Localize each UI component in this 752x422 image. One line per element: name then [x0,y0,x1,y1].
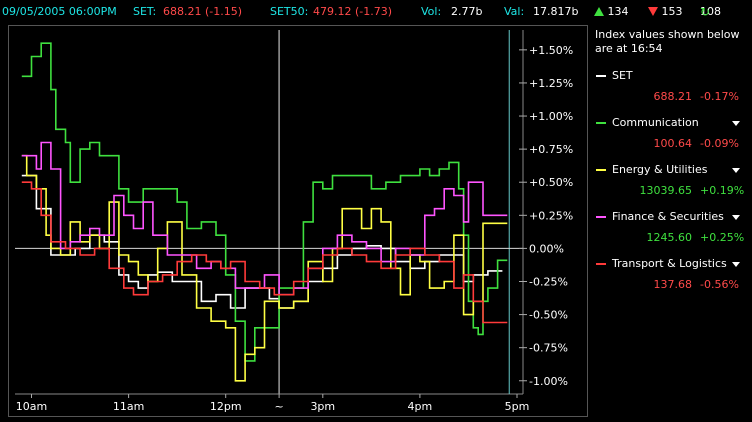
index-value: 1245.60 [646,231,693,244]
index-name: Finance & Securities [612,210,724,223]
y-tick-label: -0.25% [529,275,568,288]
legend-swatch [596,263,606,265]
y-tick-label: 0.00% [529,242,564,255]
vol-value: 2.77b [451,5,483,18]
y-tick-label: +1.00% [529,110,573,123]
index-values: 688.21 -0.17% [630,90,750,103]
series-line [21,141,508,296]
set-label: SET: [133,5,157,18]
index-change: -0.09% [700,137,739,150]
index-value: 100.64 [653,137,693,150]
x-tick-label: 3pm [310,400,335,413]
index-values: 13039.65 +0.19% [630,184,750,197]
index-change: +0.19% [700,184,745,197]
legend-swatch [596,216,606,218]
index-value: 688.21 [653,90,693,103]
dropdown-arrow-icon[interactable] [732,121,740,126]
index-item-name[interactable]: Transport & Logistics [596,257,746,270]
index-name: Transport & Logistics [612,257,727,270]
index-change: +0.25% [700,231,745,244]
val-label: Val: [504,5,525,18]
series-line [21,154,508,382]
index-panel: Index values shown below are at 16:54 SE… [590,25,752,422]
index-values: 1245.60 +0.25% [630,231,750,244]
y-tick-label: +0.75% [529,143,573,156]
y-tick-label: -0.50% [529,309,568,322]
intraday-chart: +1.50% +1.25% +1.00% +0.75% +0.50% +0.25% 0.00… [8,25,588,417]
index-values: 137.68 -0.56% [630,278,750,291]
y-tick-label: +0.50% [529,176,573,189]
down-count: 153 [661,5,683,18]
x-tick-label: ~ [274,400,283,413]
legend-swatch [596,169,606,171]
chart-svg: +1.50% +1.25% +1.00% +0.75% +0.50% +0.25% 0.00… [15,30,573,413]
index-item-name[interactable]: Finance & Securities [596,210,746,223]
x-tick-label: 12pm [210,400,242,413]
index-values: 100.64 -0.09% [630,137,750,150]
val-value: 17.817b [533,5,579,18]
refresh-icon: ↻ [700,5,711,19]
down-arrow-icon [648,7,658,16]
datetime: 09/05/2005 06:00PM [2,5,117,18]
y-tick-label: +1.25% [529,77,573,90]
y-tick-label: -0.75% [529,342,568,355]
x-tick-label: 10am [16,400,47,413]
index-item-name[interactable]: Communication [596,116,746,129]
up-arrow-icon [594,7,604,16]
index-change: -0.56% [700,278,739,291]
index-item-name: SET [596,69,746,82]
index-panel-heading: Index values shown below are at 16:54 [595,28,740,55]
up-count: 134 [607,5,629,18]
index-name: Communication [612,116,699,129]
x-tick-label: 4pm [408,400,433,413]
index-value: 137.68 [653,278,693,291]
legend-swatch [596,75,606,77]
index-name: SET [612,69,633,82]
y-tick-label: +1.50% [529,44,573,57]
index-value: 13039.65 [639,184,693,197]
set50-label: SET50: [270,5,309,18]
index-item-name[interactable]: Energy & Utilities [596,163,746,176]
y-tick-label: +0.25% [529,209,573,222]
x-tick-label: 5pm [505,400,530,413]
unchanged: ↻ 108 [700,0,721,24]
x-tick-label: 11am [113,400,144,413]
index-name: Energy & Utilities [612,163,708,176]
dropdown-arrow-icon[interactable] [732,215,740,220]
set50-value: 479.12 (-1.73) [313,5,393,18]
advancers: 134 [594,0,629,24]
set-value: 688.21 (-1.15) [163,5,243,18]
y-tick-label: -1.00% [529,375,568,388]
market-summary-bar: 09/05/2005 06:00PM SET: 688.21 (-1.15) S… [0,0,752,24]
dropdown-arrow-icon[interactable] [732,262,740,267]
index-change: -0.17% [700,90,739,103]
legend-swatch [596,122,606,124]
vol-label: Vol: [421,5,442,18]
dropdown-arrow-icon[interactable] [732,168,740,173]
decliners: 153 [648,0,683,24]
